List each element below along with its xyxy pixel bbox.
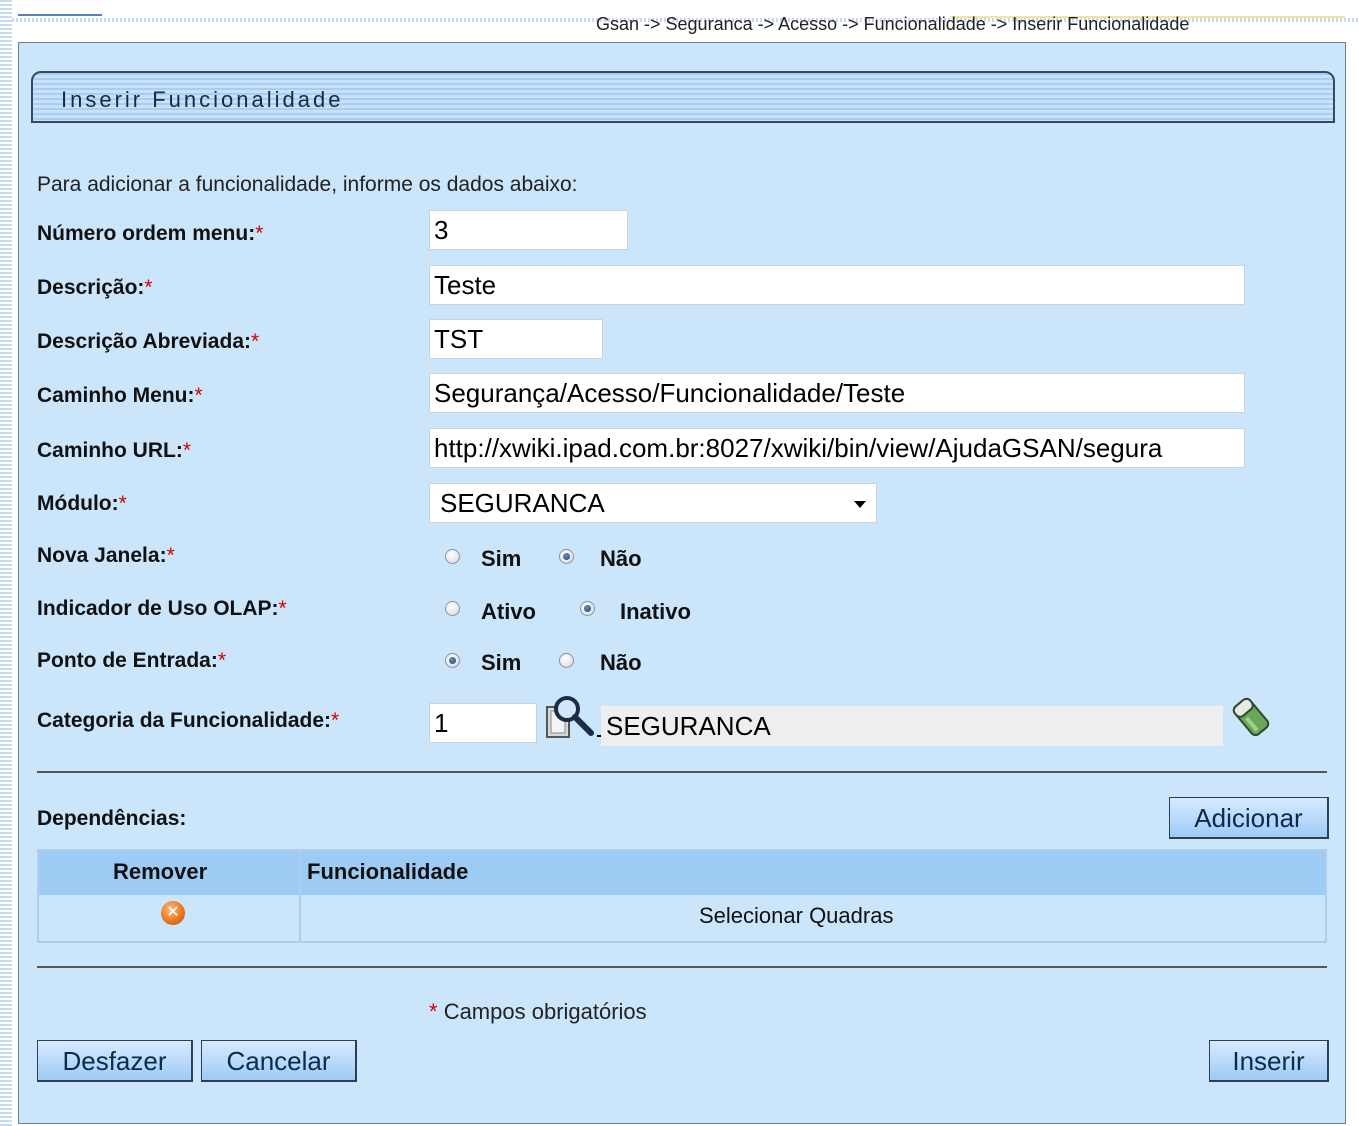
ponto-entrada-nao-radio[interactable]: [559, 653, 574, 668]
numero-ordem-label: Número ordem menu:*: [37, 222, 264, 245]
top-tab-line: [18, 14, 102, 16]
caminho-url-input[interactable]: [429, 428, 1245, 468]
required-mark: *: [194, 384, 203, 407]
nova-janela-label: Nova Janela:*: [37, 544, 175, 567]
descricao-input[interactable]: [429, 265, 1245, 305]
modulo-selected-value: SEGURANCA: [440, 488, 605, 518]
nova-janela-sim-label: Sim: [481, 546, 522, 571]
page-title: Inserir Funcionalidade: [61, 87, 344, 112]
ponto-entrada-sim-radio[interactable]: [445, 653, 460, 668]
column-header-remover: Remover: [113, 859, 208, 884]
intro-text: Para adicionar a funcionalidade, informe…: [37, 173, 578, 196]
nova-janela-sim-radio[interactable]: [445, 549, 460, 564]
required-mark: *: [182, 439, 192, 462]
chevron-down-icon: [854, 501, 866, 508]
nova-janela-nao-label: Não: [600, 546, 642, 571]
cancelar-button[interactable]: Cancelar: [201, 1040, 357, 1082]
main-panel: Inserir Funcionalidade Para adicionar a …: [18, 42, 1346, 1124]
left-border-stripe: [0, 0, 12, 1126]
descricao-abreviada-input[interactable]: [429, 319, 603, 359]
required-mark: *: [278, 597, 287, 620]
required-mark: *: [166, 544, 175, 567]
categoria-label: Categoria da Funcionalidade:*: [37, 709, 340, 732]
desfazer-button[interactable]: Desfazer: [37, 1040, 193, 1082]
caminho-url-label: Caminho URL:*: [37, 439, 192, 462]
required-mark: *: [217, 649, 227, 672]
column-divider: [299, 851, 301, 941]
caminho-menu-label: Caminho Menu:*: [37, 384, 203, 407]
ponto-entrada-nao-label: Não: [600, 650, 642, 675]
nova-janela-nao-radio[interactable]: [559, 549, 574, 564]
dependencias-table: Remover Funcionalidade ✕ Selecionar Quad…: [37, 849, 1327, 943]
adicionar-button[interactable]: Adicionar: [1169, 797, 1329, 839]
olap-ativo-radio[interactable]: [445, 601, 460, 616]
required-note: * Campos obrigatórios: [429, 999, 647, 1024]
olap-label: Indicador de Uso OLAP:*: [37, 597, 287, 620]
dependencias-label: Dependências:: [37, 807, 187, 830]
modulo-select[interactable]: SEGURANCA: [429, 483, 877, 523]
ponto-entrada-sim-label: Sim: [481, 650, 522, 675]
descricao-abreviada-label: Descrição Abreviada:*: [37, 330, 260, 353]
olap-ativo-label: Ativo: [481, 599, 536, 624]
search-icon[interactable]: [545, 695, 597, 741]
required-mark: *: [144, 276, 153, 299]
modulo-label: Módulo:*: [37, 492, 127, 515]
divider: [37, 771, 1327, 773]
table-row: ✕ Selecionar Quadras: [39, 895, 1325, 941]
required-mark: *: [118, 492, 127, 515]
title-bar: Inserir Funcionalidade: [31, 71, 1335, 123]
inserir-button[interactable]: Inserir: [1209, 1040, 1329, 1082]
divider: [37, 966, 1327, 968]
ponto-entrada-label: Ponto de Entrada:*: [37, 649, 227, 672]
descricao-label: Descrição:*: [37, 276, 153, 299]
funcionalidade-cell: Selecionar Quadras: [699, 903, 894, 928]
table-header: Remover Funcionalidade: [39, 851, 1325, 895]
required-mark: *: [331, 709, 340, 732]
olap-inativo-radio[interactable]: [580, 601, 595, 616]
numero-ordem-input[interactable]: [429, 210, 628, 250]
required-mark: *: [429, 999, 438, 1024]
eraser-icon[interactable]: [1229, 695, 1273, 739]
categoria-description-field: [601, 706, 1223, 746]
remove-icon[interactable]: ✕: [161, 901, 185, 925]
required-mark: *: [251, 330, 260, 353]
breadcrumb: Gsan -> Seguranca -> Acesso -> Funcional…: [596, 14, 1190, 34]
olap-inativo-label: Inativo: [620, 599, 691, 624]
column-header-funcionalidade: Funcionalidade: [307, 859, 469, 884]
caminho-menu-input[interactable]: [429, 373, 1245, 413]
categoria-code-input[interactable]: [429, 703, 537, 743]
required-mark: *: [255, 222, 264, 245]
